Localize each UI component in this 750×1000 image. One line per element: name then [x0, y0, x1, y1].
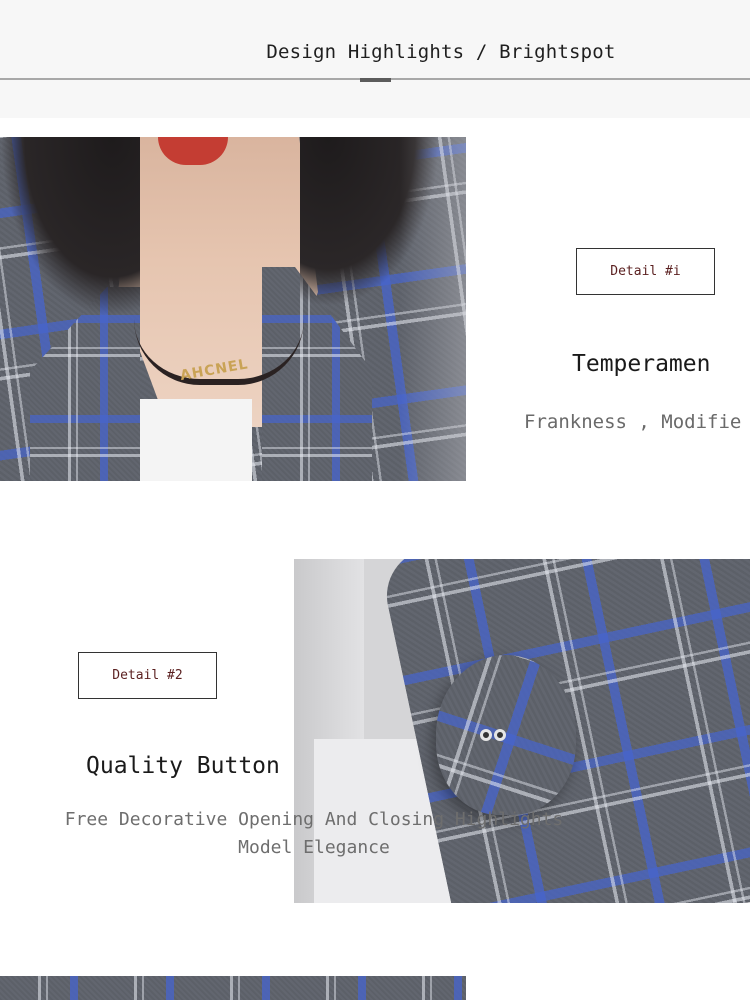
detail-label-box-2: Detail #2: [78, 652, 217, 699]
plaid-fabric-image-partial: [0, 976, 466, 1000]
detail-label-1: Detail #i: [610, 264, 681, 279]
detail-label-2: Detail #2: [112, 668, 183, 683]
section-title-2: Quality Button: [86, 753, 280, 779]
header-indicator: [360, 78, 391, 82]
plaid-blazer-collar-image: AHCNEL: [0, 137, 466, 481]
section-subtitle-1: Frankness , Modifie: [524, 411, 742, 433]
page-header: Design Highlights / Brightspot: [0, 0, 750, 118]
section-subtitle-2: Free Decorative Opening And Closing High…: [64, 809, 564, 858]
hair-left: [0, 137, 140, 317]
background-shade: [400, 137, 466, 481]
section-title-1: Temperamen: [572, 351, 711, 377]
detail-label-box-1: Detail #i: [576, 248, 715, 295]
button-eyelet-icon: [480, 729, 520, 745]
page-title: Design Highlights / Brightspot: [266, 41, 616, 63]
